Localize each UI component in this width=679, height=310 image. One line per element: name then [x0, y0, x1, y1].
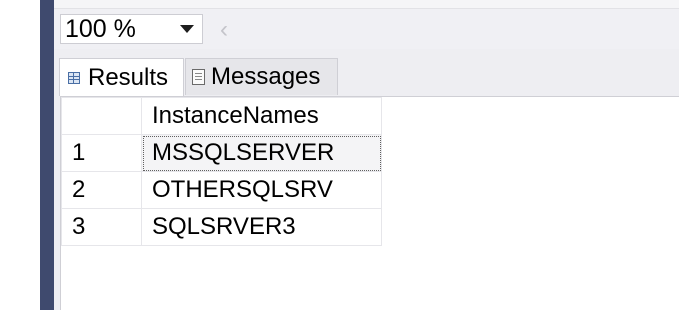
results-table: InstanceNames 1 MSSQLSERVER 2 OTHERSQLSR… [61, 97, 382, 246]
row-number[interactable]: 3 [61, 208, 142, 246]
chevron-down-icon [180, 25, 194, 33]
message-icon [192, 69, 205, 85]
chevron-left-icon[interactable]: ‹ [216, 17, 232, 43]
table-row[interactable]: 3 SQLSRVER3 [61, 208, 382, 246]
table-cell[interactable]: SQLSRVER3 [141, 208, 382, 246]
editor-margin-bar [40, 0, 54, 310]
tab-results[interactable]: Results [59, 58, 184, 96]
tab-messages[interactable]: Messages [185, 58, 338, 95]
editor-bottom-edge [54, 0, 679, 9]
tab-messages-label: Messages [211, 63, 321, 90]
table-cell[interactable]: MSSQLSERVER [141, 134, 382, 172]
column-header-instancenames[interactable]: InstanceNames [141, 97, 382, 135]
results-pane: 100 % ‹ Results Messages InstanceNames 1 [54, 0, 679, 310]
header-row: InstanceNames [61, 97, 382, 135]
row-number[interactable]: 1 [61, 134, 142, 172]
grid-icon [68, 71, 80, 84]
row-number[interactable]: 2 [61, 171, 142, 209]
row-number-header[interactable] [61, 97, 142, 135]
zoom-dropdown[interactable]: 100 % [60, 14, 203, 44]
zoom-toolbar: 100 % ‹ [54, 9, 679, 49]
zoom-value: 100 % [65, 14, 136, 43]
table-row[interactable]: 2 OTHERSQLSRV [61, 171, 382, 209]
left-strip [0, 0, 40, 310]
table-row[interactable]: 1 MSSQLSERVER [61, 134, 382, 172]
result-tabs: Results Messages [54, 58, 679, 96]
table-cell[interactable]: OTHERSQLSRV [141, 171, 382, 209]
tab-results-label: Results [88, 63, 169, 91]
results-grid: InstanceNames 1 MSSQLSERVER 2 OTHERSQLSR… [60, 96, 679, 310]
